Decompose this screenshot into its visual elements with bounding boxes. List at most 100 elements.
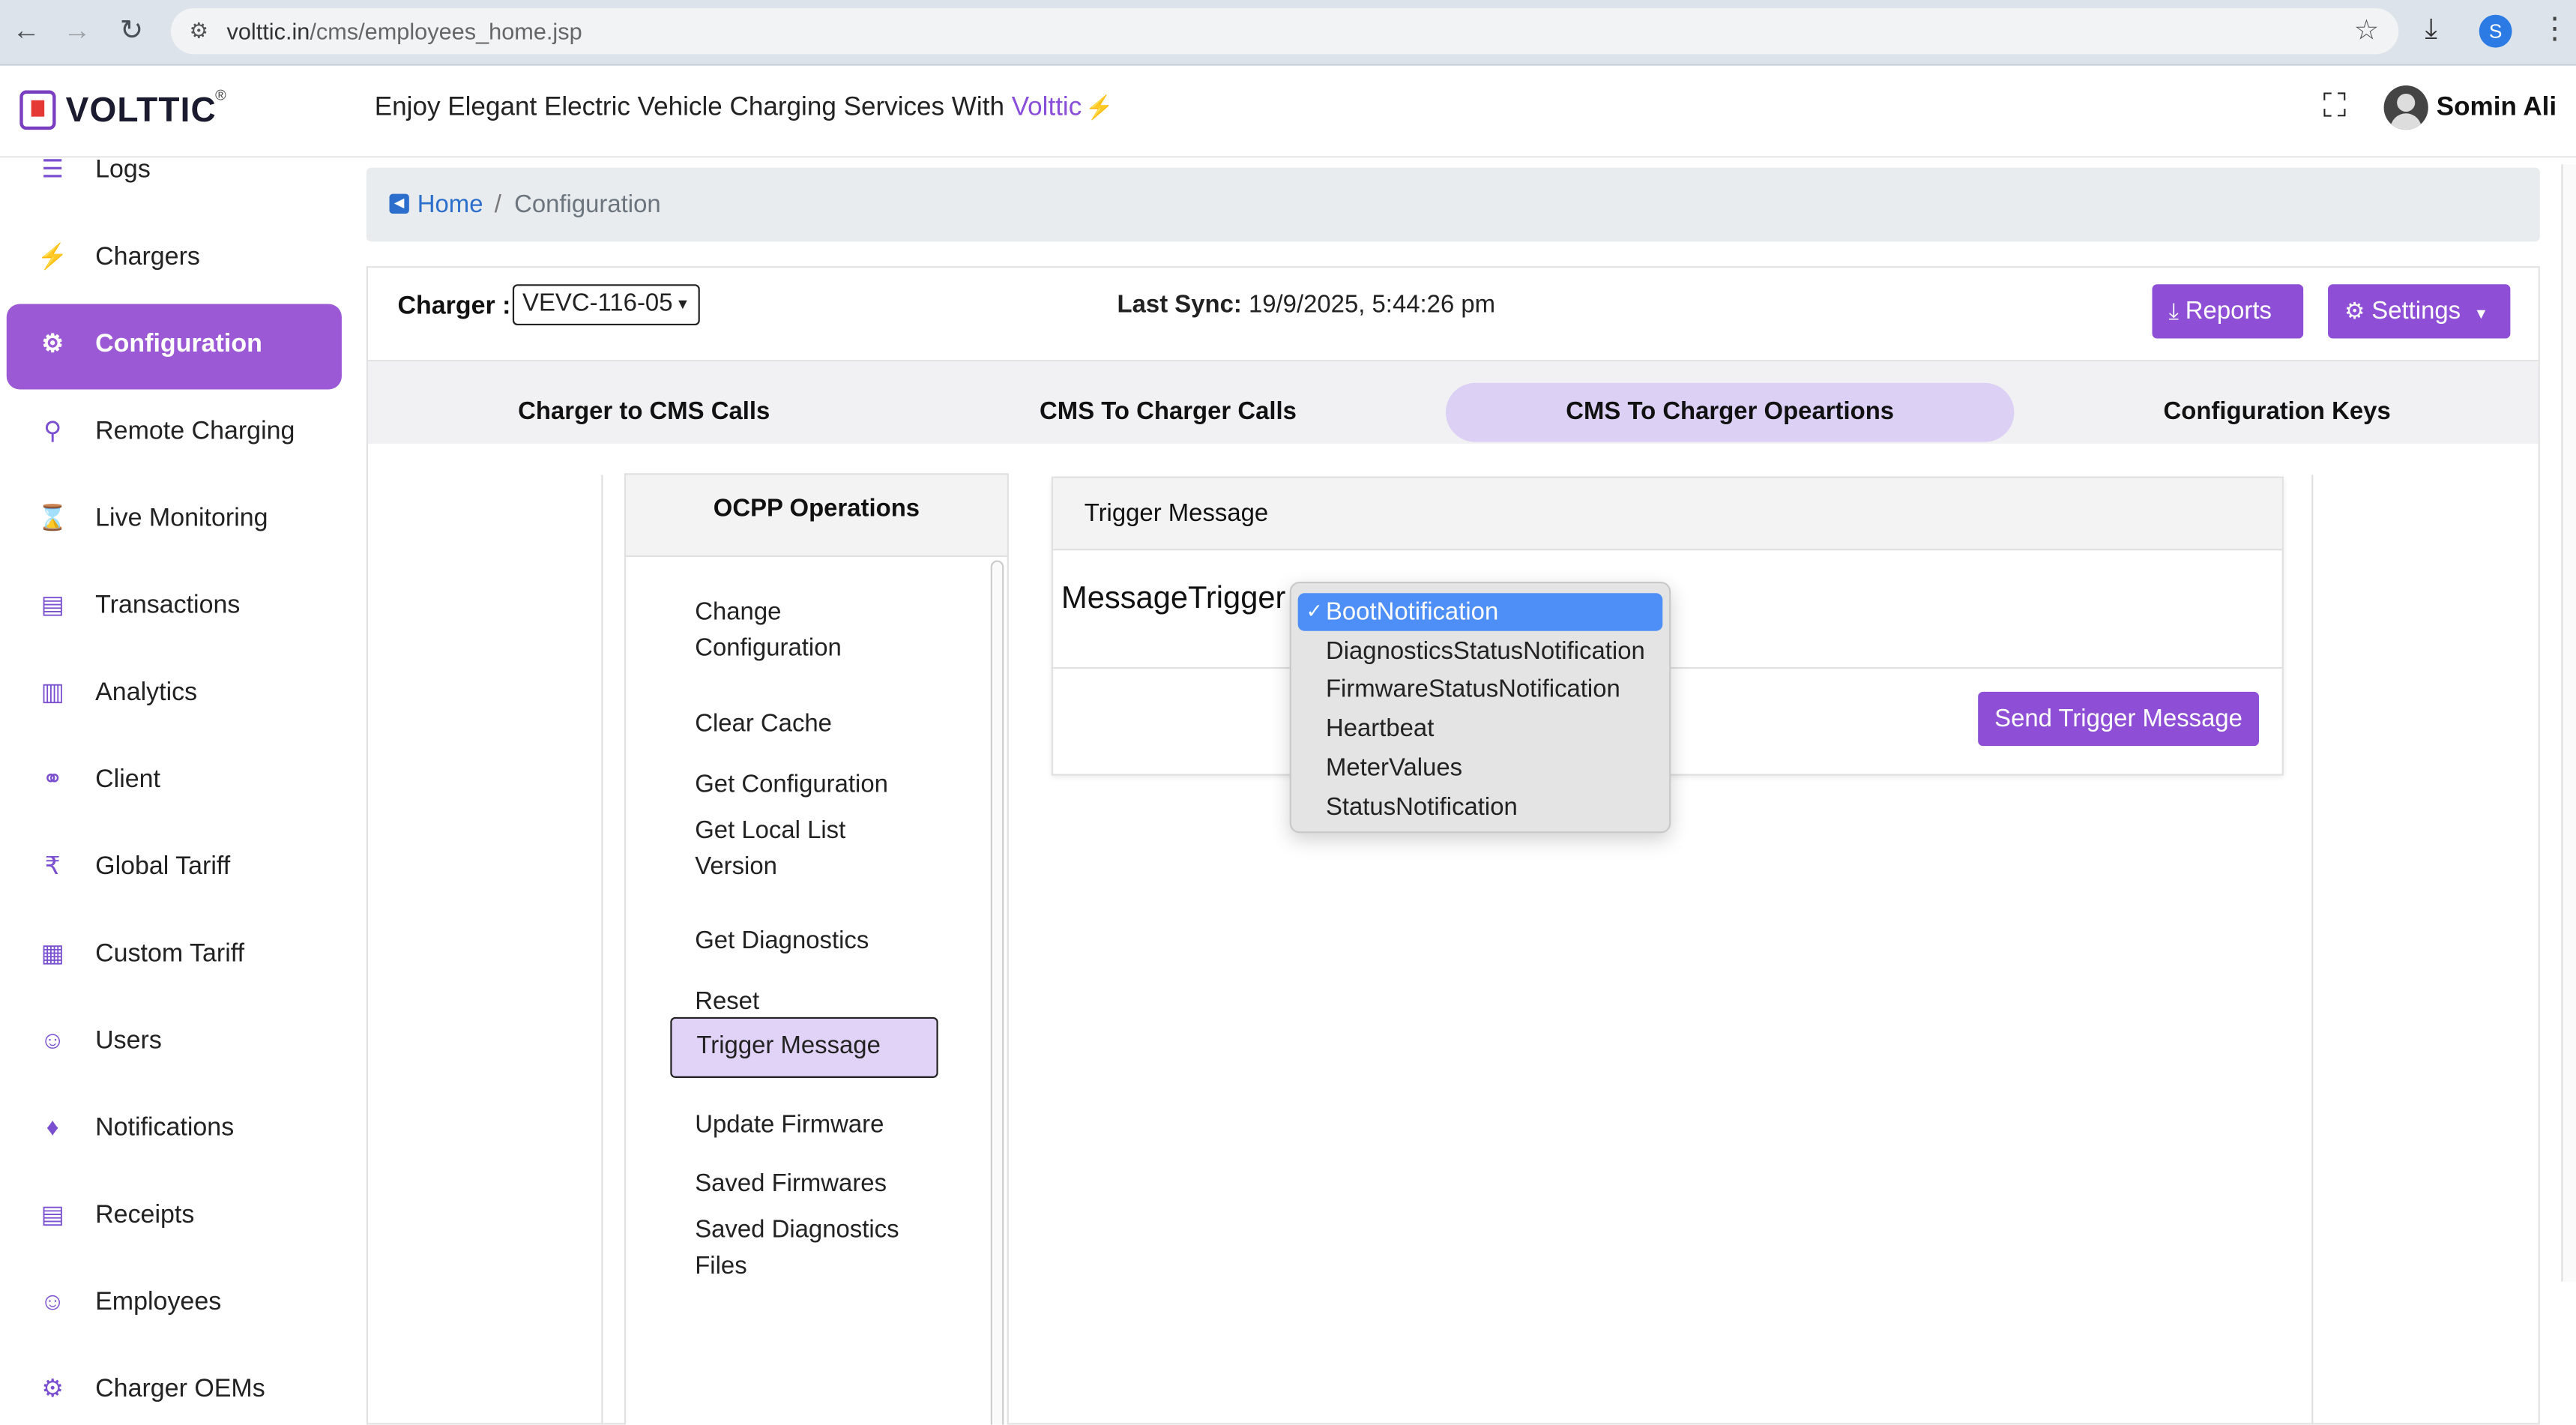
sidebar-item-label: Receipts (95, 1201, 195, 1229)
home-back-icon[interactable]: ◀ (389, 193, 409, 214)
checkmark-icon: ✓ (1306, 600, 1323, 623)
tagline-text: Enjoy Elegant Electric Vehicle Charging … (374, 93, 1012, 122)
last-sync-label: Last Sync: (1117, 290, 1242, 319)
dropdown-option-metervalues[interactable]: MeterValues (1298, 749, 1663, 786)
sidebar-item-receipts[interactable]: ▤ Receipts (7, 1175, 342, 1260)
breadcrumb-home-link[interactable]: Home (417, 190, 483, 218)
sidebar-item-label: Analytics (95, 678, 198, 707)
caret-down-icon: ▼ (675, 295, 690, 313)
browser-menu-icon[interactable]: ⋮ (2540, 11, 2569, 46)
logo-charger-icon (19, 90, 56, 130)
configuration-card: Charger : VEVC-116-05 ▼ Last Sync: 19/9/… (366, 266, 2540, 1425)
logs-icon: ☰ (41, 157, 64, 184)
dropdown-option-label: DiagnosticsStatusNotification (1325, 636, 1645, 666)
logo-registered-mark: ® (215, 87, 226, 104)
breadcrumb-separator: / (494, 190, 501, 219)
sidebar-item-label: Configuration (95, 330, 262, 358)
sidebar-item-custom-tariff[interactable]: ▦ Custom Tariff (7, 914, 342, 999)
ocpp-op-saved-diagnostics-files[interactable]: Saved Diagnostics Files (695, 1213, 925, 1285)
tab-cms-to-charger-operations[interactable]: CMS To Charger Opeartions (1445, 382, 2015, 442)
sidebar-item-users[interactable]: ☺ Users (7, 1001, 342, 1086)
dropdown-option-bootnotification[interactable]: ✓ BootNotification (1297, 593, 1663, 631)
last-sync: Last Sync: 19/9/2025, 5:44:26 pm (1117, 291, 1496, 319)
sidebar: ☰ Logs ⚡ Chargers ⚙ Configuration ⚲ Remote Char… (0, 157, 365, 1425)
user-name[interactable]: Somin Ali (2437, 94, 2557, 123)
dropdown-option-statusnotification[interactable]: StatusNotification (1298, 788, 1663, 825)
breadcrumb-current: Configuration (514, 190, 661, 219)
dropdown-option-label: Heartbeat (1325, 714, 1435, 743)
charger-label: Charger : (397, 292, 511, 321)
sidebar-item-client[interactable]: ⚭ Client (7, 739, 342, 825)
sidebar-item-label: Transactions (95, 591, 241, 620)
dropdown-option-diagnosticsstatusnotification[interactable]: DiagnosticsStatusNotification (1298, 632, 1663, 669)
settings-dropdown-button[interactable]: ⚙ Settings ▼ (2328, 284, 2511, 339)
ocpp-op-update-firmware[interactable]: Update Firmware (695, 1107, 925, 1143)
sidebar-item-label: Live Monitoring (95, 504, 268, 533)
sidebar-item-chargers[interactable]: ⚡ Chargers (7, 217, 342, 302)
reload-icon[interactable]: ↻ (115, 15, 148, 48)
sidebar-item-notifications[interactable]: ♦ Notifications (7, 1088, 342, 1173)
gears-icon: ⚙ (41, 330, 64, 358)
bar-chart-icon: ▥ (40, 678, 64, 707)
send-trigger-message-button[interactable]: Send Trigger Message (1978, 691, 2259, 747)
ocpp-op-trigger-message[interactable]: Trigger Message (670, 1016, 938, 1078)
settings-button-label: Settings (2371, 297, 2461, 326)
sidebar-item-label: Charger OEMs (95, 1375, 265, 1403)
site-settings-icon[interactable]: ⚙ (184, 16, 214, 46)
address-bar[interactable]: ⚙ volttic.in/cms/employees_home.jsp ☆ (170, 7, 2399, 55)
download-icon[interactable]: ⤓ (2425, 13, 2437, 46)
page-scrollbar[interactable] (2561, 164, 2576, 1282)
sidebar-item-employees[interactable]: ☺ Employees (7, 1262, 342, 1347)
ocpp-op-change-configuration[interactable]: Change Configuration (695, 595, 925, 667)
sidebar-item-remote-charging[interactable]: ⚲ Remote Charging (7, 391, 342, 477)
charger-select[interactable]: VEVC-116-05 ▼ (512, 284, 700, 326)
tab-configuration-keys[interactable]: Configuration Keys (2098, 383, 2456, 442)
reports-button[interactable]: ⤓ Reports (2152, 284, 2304, 339)
ocpp-op-get-local-list-version[interactable]: Get Local List Version (695, 813, 925, 885)
tab-bar: Charger to CMS Calls CMS To Charger Call… (368, 361, 2539, 444)
sidebar-item-analytics[interactable]: ▥ Analytics (7, 652, 342, 738)
tab-charger-to-cms-calls[interactable]: Charger to CMS Calls (453, 383, 835, 442)
app-header: VOLTTIC ® Enjoy Elegant Electric Vehicle… (0, 65, 2576, 158)
sidebar-item-configuration[interactable]: ⚙ Configuration (6, 304, 342, 390)
ocpp-op-saved-firmwares[interactable]: Saved Firmwares (695, 1166, 925, 1202)
receipt-icon: ▤ (40, 1201, 64, 1229)
dropdown-option-heartbeat[interactable]: Heartbeat (1298, 710, 1663, 747)
dropdown-option-label: BootNotification (1325, 597, 1499, 627)
ev-charger-icon: ⚡ (1085, 93, 1114, 121)
sidebar-item-logs[interactable]: ☰ Logs (7, 157, 342, 215)
ocpp-operations-panel: OCPP Operations Change Configuration Clea… (624, 473, 1009, 1425)
volttic-logo[interactable]: VOLTTIC ® (16, 87, 230, 136)
sidebar-item-global-tariff[interactable]: ₹ Global Tariff (7, 827, 342, 912)
dropdown-option-label: MeterValues (1325, 753, 1463, 782)
breadcrumb: ◀ Home / Configuration (366, 167, 2540, 242)
forward-arrow-icon[interactable]: → (61, 15, 94, 48)
dropdown-option-firmwarestatusnotification[interactable]: FirmwareStatusNotification (1298, 671, 1663, 708)
oem-icon: ⚙ (41, 1375, 64, 1403)
sidebar-item-transactions[interactable]: ▤ Transactions (7, 565, 342, 651)
user-avatar[interactable] (2383, 85, 2428, 130)
back-arrow-icon[interactable]: ← (10, 15, 43, 48)
custom-tariff-icon: ▦ (40, 939, 64, 968)
tab-cms-to-charger-calls[interactable]: CMS To Charger Calls (977, 383, 1359, 442)
last-sync-value: 19/9/2025, 5:44:26 pm (1241, 290, 1496, 319)
sidebar-item-label: Employees (95, 1288, 222, 1316)
header-tagline: Enjoy Elegant Electric Vehicle Charging … (375, 94, 1114, 123)
sidebar-item-live-monitoring[interactable]: ⌛ Live Monitoring (7, 478, 342, 564)
plug-icon: ⚲ (43, 417, 62, 446)
bookmark-star-icon[interactable]: ☆ (2354, 15, 2379, 48)
url-text[interactable]: volttic.in/cms/employees_home.jsp (226, 18, 582, 44)
ocpp-op-get-diagnostics[interactable]: Get Diagnostics (695, 924, 925, 959)
ocpp-op-clear-cache[interactable]: Clear Cache (695, 707, 925, 743)
sidebar-item-charger-oems[interactable]: ⚙ Charger OEMs (7, 1349, 342, 1425)
ops-scrollbar[interactable] (990, 560, 1004, 1425)
ocpp-op-get-configuration[interactable]: Get Configuration (695, 768, 925, 804)
reports-button-label: Reports (2185, 297, 2272, 326)
ocpp-op-reset[interactable]: Reset (695, 984, 925, 1020)
message-trigger-dropdown[interactable]: ✓ BootNotification DiagnosticsStatusNotifi… (1289, 581, 1671, 834)
logo-text: VOLTTIC (65, 91, 217, 130)
fullscreen-icon[interactable]: ⛶ (2317, 88, 2353, 124)
charger-icon: ⚡ (37, 243, 68, 271)
profile-avatar[interactable]: S (2479, 14, 2512, 48)
trigger-message-title: Trigger Message (1053, 477, 2282, 551)
